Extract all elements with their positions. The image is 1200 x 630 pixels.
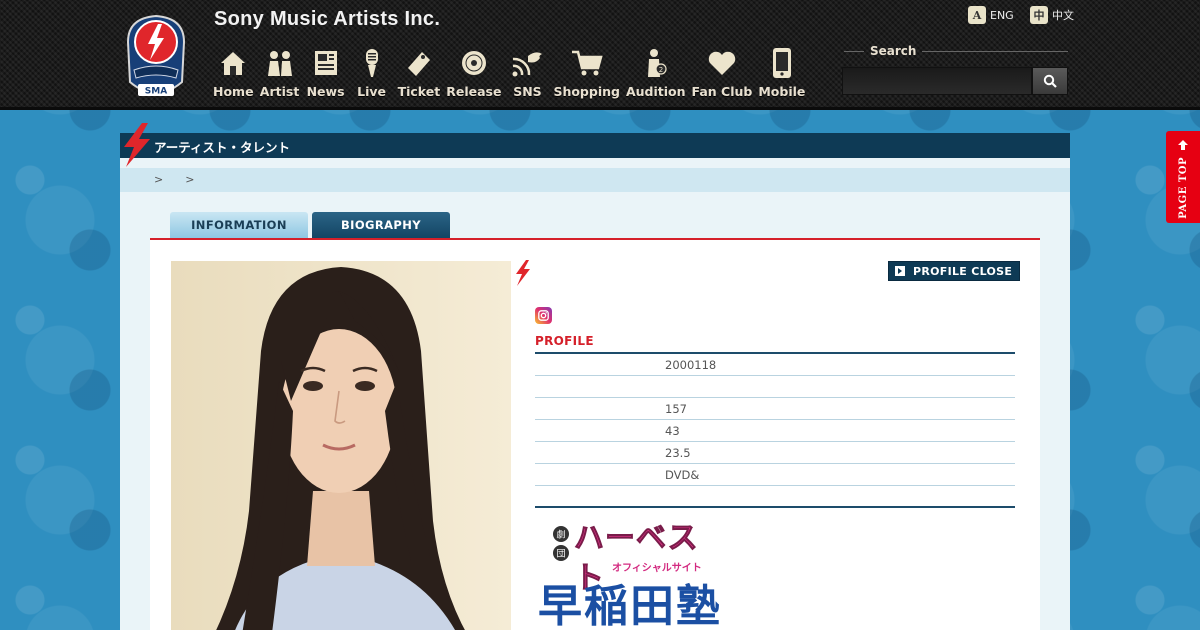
heart-icon xyxy=(708,51,736,75)
breadcrumb-separator: > xyxy=(154,173,164,186)
lightning-icon xyxy=(124,123,150,167)
search-icon xyxy=(1043,74,1057,88)
cart-icon xyxy=(571,50,603,76)
section-header: アーティスト・タレント xyxy=(120,123,1070,167)
site-title[interactable]: Sony Music Artists Inc. xyxy=(214,8,440,31)
nav-label: Live xyxy=(357,84,386,99)
disc-icon xyxy=(461,51,486,75)
main-content: アーティスト・タレント > > INFORMATION BIOGRAPHY PR… xyxy=(120,123,1070,630)
lang-cn-link[interactable]: 中 中文 xyxy=(1030,6,1074,24)
audition-icon: 2 xyxy=(647,49,667,77)
home-icon xyxy=(221,52,246,75)
theater-tag-icon: 劇 団 xyxy=(553,526,569,561)
profile-heading: PROFILE xyxy=(535,334,594,348)
profile-table: 2000118 157 43 23.5 DVD& xyxy=(535,352,1015,508)
profile-value: 157 xyxy=(665,402,687,416)
profile-value: DVD& xyxy=(665,468,700,482)
nav-news[interactable]: News xyxy=(303,44,349,99)
instagram-icon[interactable] xyxy=(535,307,552,324)
instagram-glyph-icon xyxy=(538,310,549,321)
nav-artist[interactable]: Artist xyxy=(257,44,303,99)
profile-row xyxy=(535,376,1015,398)
lang-eng-badge: A xyxy=(968,6,986,24)
tab-information[interactable]: INFORMATION xyxy=(170,212,308,238)
search-box xyxy=(842,67,1068,95)
lang-cn-badge: 中 xyxy=(1030,6,1048,24)
nav-mobile[interactable]: Mobile xyxy=(755,44,808,99)
artist-photo xyxy=(171,261,511,630)
lang-cn-label: 中文 xyxy=(1052,9,1074,22)
nav-sns[interactable]: SNS xyxy=(504,44,550,99)
arrow-up-icon xyxy=(1178,140,1188,150)
nav-release[interactable]: Release xyxy=(443,44,504,99)
lang-eng-link[interactable]: A ENG xyxy=(968,6,1014,24)
biography-panel: PROFILE CLOSE PROFILE 2000118 157 43 23.… xyxy=(150,240,1040,630)
nav-label: SNS xyxy=(513,84,542,99)
profile-close-label: PROFILE CLOSE xyxy=(913,264,1013,278)
nav-label: Fan Club xyxy=(691,84,753,99)
section-title: アーティスト・タレント xyxy=(154,140,291,155)
svg-text:団: 団 xyxy=(556,549,565,560)
nav-home[interactable]: Home xyxy=(210,44,257,99)
nav-live[interactable]: Live xyxy=(349,44,395,99)
nav-fanclub[interactable]: Fan Club xyxy=(689,44,756,99)
banner-title: ハーベスト xyxy=(574,521,699,597)
breadcrumb-separator: > xyxy=(185,173,195,186)
lang-eng-label: ENG xyxy=(990,8,1014,22)
logo-text: SMA xyxy=(145,87,167,97)
microphone-icon xyxy=(365,49,378,77)
nav-label: Shopping xyxy=(553,84,620,99)
profile-row: 2000118 xyxy=(535,354,1015,376)
sns-icon xyxy=(512,52,543,77)
svg-text:劇: 劇 xyxy=(556,529,565,541)
main-nav: Home Artist News Live Ticket Release SNS xyxy=(210,44,808,99)
banner-subtitle: オフィシャルサイト xyxy=(612,563,702,574)
nav-label: Home xyxy=(213,84,254,99)
nav-shopping[interactable]: Shopping xyxy=(550,44,623,99)
sma-logo[interactable]: SMA xyxy=(124,12,188,104)
nav-label: Audition xyxy=(625,84,686,99)
site-header: SMA Sony Music Artists Inc. Home Artist … xyxy=(0,0,1200,110)
page-top-button[interactable]: PAGE TOP xyxy=(1166,131,1200,223)
svg-text:2: 2 xyxy=(659,66,663,74)
profile-row: 23.5 xyxy=(535,442,1015,464)
nav-label: Artist xyxy=(259,84,300,99)
page-top-label: PAGE TOP xyxy=(1177,157,1189,219)
nav-label: Release xyxy=(446,84,502,99)
profile-row-empty xyxy=(535,486,1015,506)
lightning-icon xyxy=(516,260,530,286)
profile-close-button[interactable]: PROFILE CLOSE xyxy=(888,261,1020,281)
people-icon xyxy=(267,51,292,76)
tab-bar: INFORMATION BIOGRAPHY xyxy=(170,212,450,238)
profile-row: DVD& xyxy=(535,464,1015,486)
play-icon xyxy=(895,266,905,276)
profile-value: 2000118 xyxy=(665,358,717,372)
search-label-text: Search xyxy=(870,44,917,58)
nav-label: Mobile xyxy=(758,84,806,99)
nav-label: Ticket xyxy=(397,84,441,99)
profile-row: 43 xyxy=(535,420,1015,442)
search-input[interactable] xyxy=(842,67,1032,95)
ticket-icon xyxy=(407,52,430,76)
search-button[interactable] xyxy=(1032,67,1068,95)
breadcrumb: > > xyxy=(120,168,1070,192)
mobile-icon xyxy=(772,48,791,78)
newspaper-icon xyxy=(314,51,337,75)
nav-ticket[interactable]: Ticket xyxy=(395,44,444,99)
school-banner[interactable]: 早稲田塾 xyxy=(538,582,722,630)
nav-audition[interactable]: 2 Audition xyxy=(623,44,689,99)
profile-value: 43 xyxy=(665,424,680,438)
profile-value: 23.5 xyxy=(665,446,691,460)
tab-biography[interactable]: BIOGRAPHY xyxy=(312,212,450,238)
profile-row: 157 xyxy=(535,398,1015,420)
harvest-official-site-banner[interactable]: 劇 団 ハーベスト オフィシャルサイト xyxy=(552,519,720,597)
search-label: Search xyxy=(844,44,1068,58)
nav-label: News xyxy=(306,84,345,99)
